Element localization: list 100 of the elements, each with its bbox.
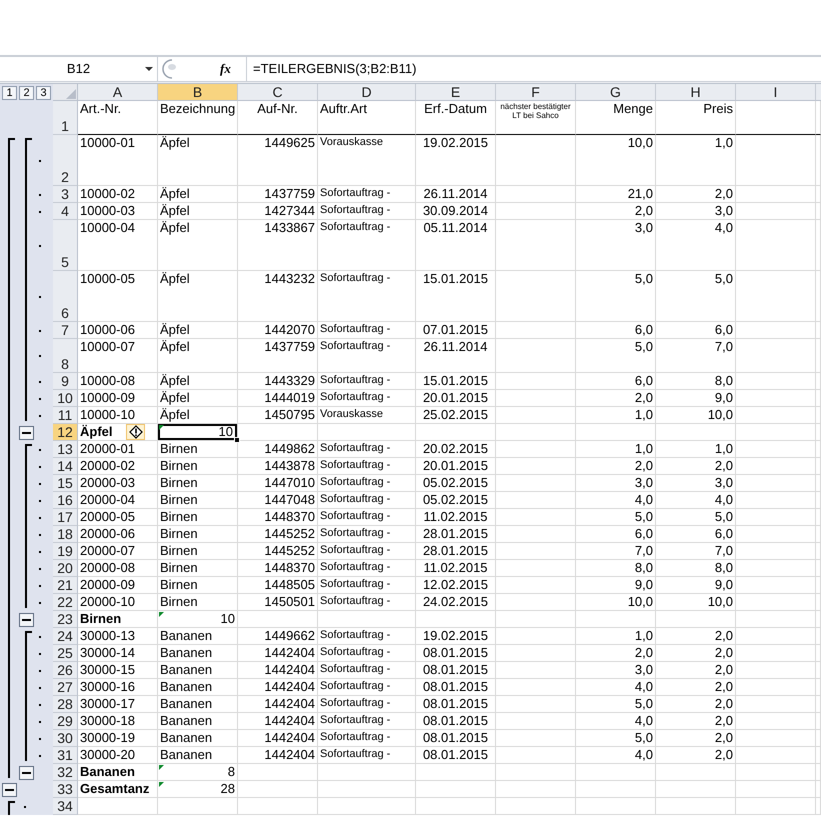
- row-header[interactable]: 33: [53, 781, 78, 798]
- row-header[interactable]: 24: [53, 628, 78, 645]
- cell-text: 11.02.2015: [423, 509, 488, 524]
- row-header[interactable]: 19: [53, 543, 78, 560]
- cell-text: 05.11.2014: [423, 220, 488, 235]
- row-header[interactable]: 9: [53, 373, 78, 390]
- cell-text: 10000-07: [80, 339, 135, 354]
- triangle-icon: [65, 88, 77, 100]
- column-header[interactable]: B: [158, 84, 238, 101]
- minus-icon: [22, 618, 31, 620]
- row-header[interactable]: 15: [53, 475, 78, 492]
- cell-text: 20000-10: [80, 594, 135, 609]
- cell-text: 1,0: [634, 628, 653, 643]
- cell-text: 4,0: [634, 492, 653, 507]
- cell-text: 1445252: [264, 543, 315, 558]
- row-header[interactable]: 5: [53, 220, 78, 271]
- row-header[interactable]: 12: [53, 424, 78, 441]
- row-header[interactable]: 18: [53, 526, 78, 543]
- row-header[interactable]: 6: [53, 271, 78, 322]
- cell-text: 1442404: [264, 662, 315, 677]
- column-header[interactable]: D: [318, 84, 416, 101]
- row-header[interactable]: 32: [53, 764, 78, 781]
- cell-text: 10,0: [628, 135, 653, 150]
- cell-text: 25.02.2015: [422, 407, 488, 422]
- cell-text: 2,0: [634, 390, 653, 405]
- row-header[interactable]: 27: [53, 679, 78, 696]
- column-header[interactable]: E: [416, 84, 496, 101]
- row-header[interactable]: 4: [53, 203, 78, 220]
- cell-text: 07.01.2015: [422, 322, 488, 337]
- row-header[interactable]: 17: [53, 509, 78, 526]
- cell-text: Bezeichnung: [160, 101, 236, 116]
- row-header[interactable]: 34: [53, 798, 78, 815]
- cell-text: 1433867: [264, 220, 315, 235]
- cell-text: 2,0: [714, 628, 733, 643]
- collapse-button[interactable]: [2, 782, 17, 796]
- collapse-button[interactable]: [19, 766, 34, 780]
- outline-level-button[interactable]: 2: [19, 86, 34, 100]
- cell-text: Birnen: [160, 458, 198, 473]
- cell-text: 20.01.2015: [422, 458, 488, 473]
- row-header[interactable]: 30: [53, 730, 78, 747]
- outline-level-button[interactable]: 1: [2, 86, 17, 100]
- column-header[interactable]: A: [78, 84, 158, 101]
- row-header[interactable]: 29: [53, 713, 78, 730]
- cell-text: 10: [218, 424, 233, 439]
- cell-text: 5,0: [634, 696, 653, 711]
- column-header[interactable]: I: [736, 84, 816, 101]
- column-header[interactable]: F: [496, 84, 576, 101]
- cell-text: 1442404: [264, 730, 315, 745]
- cell-text: Sofortauftrag -: [320, 492, 390, 507]
- row-header[interactable]: 25: [53, 645, 78, 662]
- cell-text: Äpfel: [160, 407, 190, 422]
- column-header[interactable]: C: [238, 84, 318, 101]
- cell-text: 9,0: [714, 577, 733, 592]
- row-header[interactable]: 3: [53, 186, 78, 203]
- cell-text: 08.01.2015: [422, 696, 488, 711]
- collapse-button[interactable]: [19, 612, 34, 626]
- cell-text: 10000-04: [80, 220, 135, 235]
- row-header[interactable]: 2: [53, 135, 78, 186]
- row-header[interactable]: 16: [53, 492, 78, 509]
- cell-text: 1442070: [264, 322, 315, 337]
- row-header[interactable]: 20: [53, 560, 78, 577]
- row-header[interactable]: 22: [53, 594, 78, 611]
- row-header[interactable]: 13: [53, 441, 78, 458]
- column-header[interactable]: H: [656, 84, 736, 101]
- collapse-button[interactable]: [19, 426, 34, 440]
- error-options-button[interactable]: [126, 424, 145, 440]
- cell-text: Sofortauftrag -: [320, 594, 390, 609]
- cell-cursor[interactable]: 10: [158, 424, 238, 441]
- row-header[interactable]: 10: [53, 390, 78, 407]
- fill-handle[interactable]: [234, 437, 240, 443]
- row-header[interactable]: 21: [53, 577, 78, 594]
- cell-text: Vorauskasse: [320, 135, 383, 150]
- column-header[interactable]: G: [576, 84, 656, 101]
- cell-text: 20000-05: [80, 509, 135, 524]
- cell-text: 1448370: [264, 560, 315, 575]
- row-header[interactable]: 11: [53, 407, 78, 424]
- cell-text: 19.02.2015: [422, 135, 488, 150]
- cell-text: 1427344: [264, 203, 315, 218]
- row-header[interactable]: 31: [53, 747, 78, 764]
- insert-function-button[interactable]: fx: [218, 61, 233, 77]
- row-header[interactable]: 7: [53, 322, 78, 339]
- row-header[interactable]: 26: [53, 662, 78, 679]
- cell-text: Sofortauftrag -: [320, 186, 390, 201]
- cell-text: 08.01.2015: [422, 713, 488, 728]
- cell-text: Preis: [703, 101, 733, 116]
- caret-icon: [145, 67, 153, 72]
- cell-text: Äpfel: [160, 186, 190, 201]
- cell-text: 1442404: [264, 679, 315, 694]
- name-box[interactable]: B12: [0, 57, 158, 81]
- row-header[interactable]: 1: [53, 101, 78, 135]
- row-header[interactable]: 23: [53, 611, 78, 628]
- cell-text: Bananen: [160, 730, 212, 745]
- cell-text: 1442404: [264, 747, 315, 762]
- cell-text: Bananen: [160, 747, 212, 762]
- cell-text: 28.01.2015: [422, 543, 488, 558]
- cell-text: 4,0: [714, 220, 733, 235]
- outline-level-button[interactable]: 3: [36, 86, 51, 100]
- row-header[interactable]: 8: [53, 339, 78, 373]
- row-header[interactable]: 28: [53, 696, 78, 713]
- row-header[interactable]: 14: [53, 458, 78, 475]
